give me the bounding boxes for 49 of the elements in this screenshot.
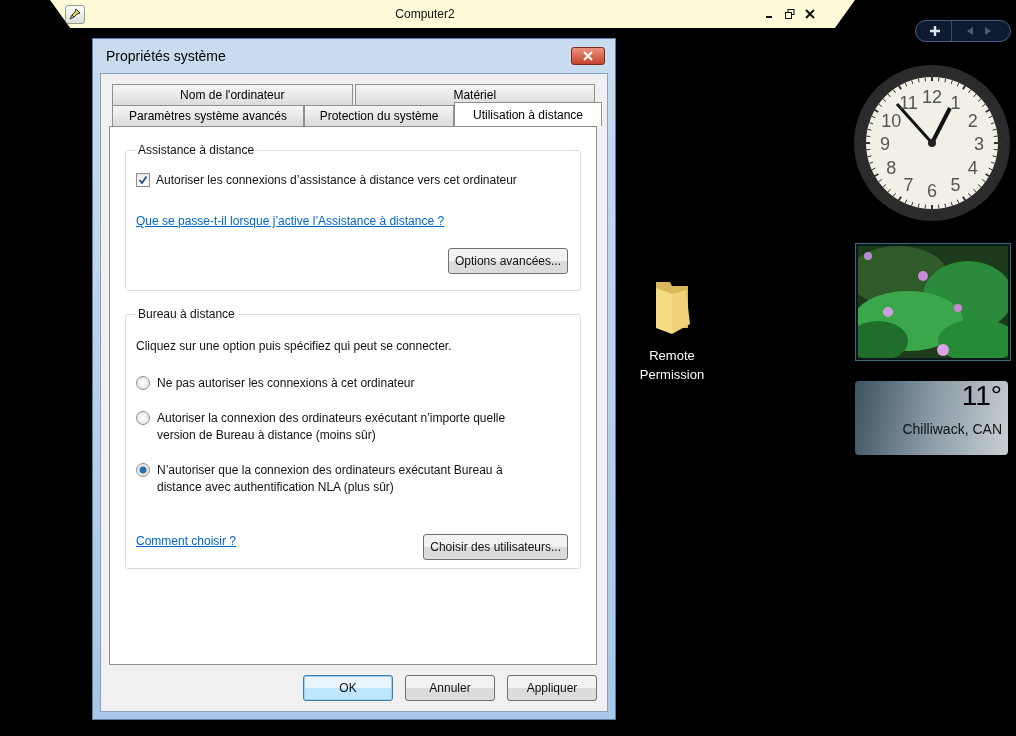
- clock-numeral: 10: [881, 110, 902, 131]
- pin-icon: [69, 8, 81, 20]
- clock-numeral: 3: [974, 134, 984, 154]
- select-users-button[interactable]: Choisir des utilisateurs...: [423, 534, 568, 560]
- radio-button[interactable]: [136, 463, 150, 477]
- previous-icon[interactable]: [966, 26, 974, 36]
- restore-icon[interactable]: [785, 9, 795, 19]
- tab[interactable]: Paramètres système avancés: [112, 105, 304, 126]
- close-button[interactable]: [571, 47, 605, 65]
- dialog-button[interactable]: Annuler: [405, 675, 495, 701]
- clock-numeral: 7: [903, 174, 914, 195]
- checkbox[interactable]: [136, 173, 150, 187]
- check-icon: [138, 175, 148, 185]
- help-link[interactable]: Que se passe-t-il lorsque j’active l’Assistance à distance ?: [136, 214, 445, 228]
- clock-numeral: 2: [967, 110, 978, 131]
- temperature: 11°: [961, 381, 1002, 411]
- clock-numeral: 4: [967, 157, 978, 178]
- pin-button[interactable]: [65, 4, 85, 24]
- advanced-options-button[interactable]: Options avancées...: [447, 248, 568, 274]
- clock-numeral: 9: [880, 134, 890, 154]
- clock-numeral: 11: [899, 93, 918, 114]
- close-icon: [582, 51, 594, 61]
- checkbox-label: Autoriser les connexions d’assistance à distance vers cet ordinateur: [156, 173, 517, 187]
- icon-label[interactable]: Remote Permission: [630, 346, 714, 384]
- dialog-button[interactable]: Appliquer: [507, 675, 597, 701]
- radio-button[interactable]: [136, 376, 150, 390]
- instruction-text: Cliquez sur une option puis spécifiez qui peut se connecter.: [136, 339, 453, 353]
- group-legend: Bureau à distance: [135, 307, 238, 321]
- tab[interactable]: Protection du système: [304, 105, 454, 126]
- tab[interactable]: Nom de l'ordinateur: [112, 84, 353, 105]
- tab[interactable]: Utilisation à distance: [454, 102, 602, 126]
- session-title: Computer2: [394, 7, 456, 21]
- clock-numeral: 1: [950, 93, 961, 114]
- add-icon[interactable]: [929, 25, 941, 37]
- radio-label: Autoriser la connexion des ordinateurs exécutant n’importe quelle version de Bureau à distance (moins sûr): [157, 410, 507, 444]
- close-icon[interactable]: [805, 9, 815, 19]
- clock-numeral: 5: [950, 174, 961, 195]
- clock-numeral: 12: [922, 87, 942, 107]
- next-icon[interactable]: [984, 26, 992, 36]
- radio-button[interactable]: [136, 411, 150, 425]
- clock-numeral: 8: [886, 157, 897, 178]
- dialog-button[interactable]: OK: [303, 675, 393, 701]
- group-legend: Assistance à distance: [135, 143, 258, 157]
- radio-label: N’autoriser que la connexion des ordinateurs exécutant Bureau à distance avec authentification NLA (plus sûr): [157, 462, 504, 496]
- window-title: Propriétés système: [106, 48, 226, 64]
- radio-label: Ne pas autoriser les connexions à cet ordinateur: [157, 375, 416, 392]
- clock-numeral: 6: [927, 181, 937, 201]
- location: Chilliwack, CAN: [902, 421, 1002, 437]
- help-link[interactable]: Comment choisir ?: [136, 534, 237, 548]
